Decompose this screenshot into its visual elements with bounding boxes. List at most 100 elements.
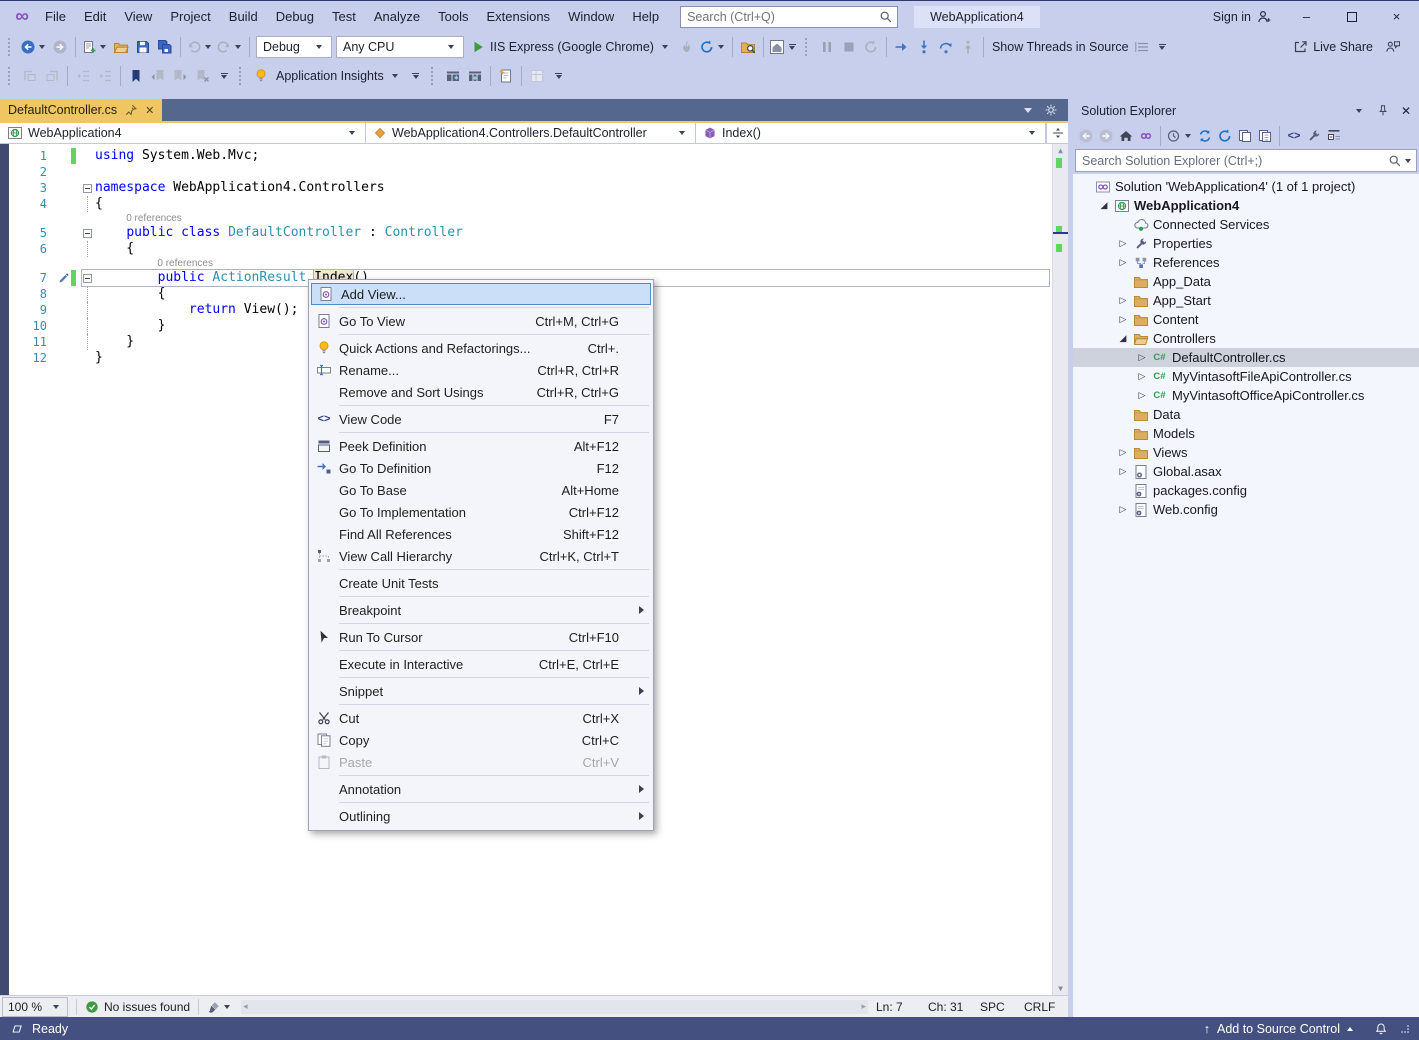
menu-item-view-code[interactable]: <>View CodeF7 bbox=[309, 408, 653, 430]
toolbar-grip[interactable] bbox=[805, 38, 812, 56]
expand-arrow-icon[interactable]: ▷ bbox=[1134, 352, 1150, 363]
step-over-icon[interactable] bbox=[935, 35, 957, 59]
tree-item-app-data[interactable]: App_Data bbox=[1073, 272, 1419, 291]
close-button[interactable]: × bbox=[1374, 1, 1419, 32]
sync-active-doc-icon[interactable] bbox=[1195, 125, 1215, 147]
show-next-statement-icon[interactable] bbox=[891, 35, 913, 59]
search-options-chevron-icon[interactable] bbox=[1405, 159, 1411, 163]
add-new-item-icon[interactable] bbox=[495, 64, 517, 88]
menu-help[interactable]: Help bbox=[623, 4, 668, 29]
menu-edit[interactable]: Edit bbox=[75, 4, 115, 29]
pending-filter-icon[interactable] bbox=[1165, 125, 1195, 147]
split-editor-handle[interactable] bbox=[1046, 123, 1068, 143]
platform-combo[interactable]: Any CPU bbox=[336, 36, 464, 58]
menu-build[interactable]: Build bbox=[220, 4, 267, 29]
menu-item-view-call-hierarchy[interactable]: View Call HierarchyCtrl+K, Ctrl+T bbox=[309, 545, 653, 567]
expand-arrow-icon[interactable]: ▷ bbox=[1115, 447, 1131, 458]
hot-reload-icon[interactable] bbox=[676, 35, 698, 59]
switch-views-icon[interactable] bbox=[1136, 125, 1156, 147]
step-into-icon[interactable] bbox=[913, 35, 935, 59]
tree-item-properties[interactable]: ▷Properties bbox=[1073, 234, 1419, 253]
restart-app-icon[interactable] bbox=[698, 35, 728, 59]
menu-item-cut[interactable]: CutCtrl+X bbox=[309, 707, 653, 729]
toolbar-grip[interactable] bbox=[239, 67, 246, 85]
vertical-scrollbar[interactable]: ▲▼ bbox=[1052, 144, 1068, 995]
expand-arrow-icon[interactable]: ▷ bbox=[1134, 371, 1150, 382]
close-panel-icon[interactable]: ✕ bbox=[1401, 104, 1411, 118]
menu-item-execute-in-interactive[interactable]: Execute in InteractiveCtrl+E, Ctrl+E bbox=[309, 653, 653, 675]
menu-item-peek-definition[interactable]: Peek DefinitionAlt+F12 bbox=[309, 435, 653, 457]
nest-files-icon[interactable] bbox=[1235, 125, 1255, 147]
tree-item-web-config[interactable]: ▷Web.config bbox=[1073, 500, 1419, 519]
tree-item-references[interactable]: ▷References bbox=[1073, 253, 1419, 272]
scroll-up-icon[interactable]: ▲ bbox=[1058, 146, 1063, 155]
tree-item-defaultcontroller-cs[interactable]: ▷C#DefaultController.cs bbox=[1073, 348, 1419, 367]
menu-project[interactable]: Project bbox=[161, 4, 219, 29]
menu-item-create-unit-tests[interactable]: Create Unit Tests bbox=[309, 572, 653, 594]
scroll-down-icon[interactable]: ▼ bbox=[1058, 984, 1063, 993]
breadcrumb-3[interactable]: Index() bbox=[696, 123, 1046, 143]
tree-item-app-start[interactable]: ▷App_Start bbox=[1073, 291, 1419, 310]
menu-item-quick-actions-and-refactorings[interactable]: Quick Actions and Refactorings...Ctrl+. bbox=[309, 337, 653, 359]
solution-explorer-title-bar[interactable]: Solution Explorer ✕ bbox=[1073, 99, 1419, 123]
zoom-selector[interactable]: 100 % bbox=[2, 997, 68, 1017]
menu-item-breakpoint[interactable]: Breakpoint bbox=[309, 599, 653, 621]
code-line[interactable]: 5 public class DefaultController : Contr… bbox=[9, 225, 1068, 241]
refresh-icon[interactable] bbox=[1215, 125, 1235, 147]
formatting-brush-icon[interactable] bbox=[207, 1000, 221, 1014]
browser-home-icon[interactable] bbox=[768, 35, 801, 59]
menu-item-add-view[interactable]: Add View... bbox=[311, 283, 651, 305]
code-line[interactable]: 4{ bbox=[9, 196, 1068, 212]
menu-item-go-to-definition[interactable]: Go To DefinitionF12 bbox=[309, 457, 653, 479]
navigate-forward-region-icon[interactable] bbox=[41, 64, 63, 88]
code-line[interactable]: 6 { bbox=[9, 241, 1068, 257]
clear-bookmarks-icon[interactable] bbox=[191, 64, 213, 88]
tree-item-models[interactable]: Models bbox=[1073, 424, 1419, 443]
notifications-bell-icon[interactable] bbox=[1374, 1022, 1388, 1036]
toolbar-grip[interactable] bbox=[8, 67, 15, 85]
menu-item-rename[interactable]: Rename...Ctrl+R, Ctrl+R bbox=[309, 359, 653, 381]
toggle-bookmark-icon[interactable] bbox=[125, 64, 147, 88]
increase-indent-icon[interactable] bbox=[94, 64, 116, 88]
visual-studio-logo-icon[interactable]: ∞ bbox=[8, 5, 36, 29]
menu-item-find-all-references[interactable]: Find All ReferencesShift+F12 bbox=[309, 523, 653, 545]
toolbar-grip[interactable] bbox=[8, 38, 15, 56]
configuration-combo[interactable]: Debug bbox=[256, 36, 332, 58]
tree-item-packages-config[interactable]: packages.config bbox=[1073, 481, 1419, 500]
decrease-indent-icon[interactable] bbox=[72, 64, 94, 88]
tree-item-content[interactable]: ▷Content bbox=[1073, 310, 1419, 329]
source-control-chevron-icon[interactable] bbox=[1347, 1027, 1353, 1031]
fold-collapse-icon[interactable] bbox=[83, 229, 92, 238]
tree-item-data[interactable]: Data bbox=[1073, 405, 1419, 424]
collapse-all-icon[interactable] bbox=[1324, 125, 1344, 147]
tree-item-views[interactable]: ▷Views bbox=[1073, 443, 1419, 462]
brush-chevron-icon[interactable] bbox=[224, 1005, 230, 1009]
restart-debug-icon[interactable] bbox=[860, 35, 882, 59]
menu-item-remove-and-sort-usings[interactable]: Remove and Sort UsingsCtrl+R, Ctrl+G bbox=[309, 381, 653, 403]
menu-analyze[interactable]: Analyze bbox=[365, 4, 429, 29]
open-file-icon[interactable] bbox=[110, 35, 132, 59]
tab-list-chevron-icon[interactable] bbox=[1024, 108, 1032, 113]
solution-explorer-search[interactable]: Search Solution Explorer (Ctrl+;) bbox=[1075, 149, 1417, 172]
build-selection-icon[interactable] bbox=[442, 64, 464, 88]
menu-test[interactable]: Test bbox=[323, 4, 365, 29]
search-icon[interactable] bbox=[1388, 154, 1402, 168]
expand-arrow-icon[interactable]: ▷ bbox=[1115, 257, 1131, 268]
codelens-references[interactable]: 0 references bbox=[9, 257, 1068, 270]
code-line[interactable]: 3namespace WebApplication4.Controllers bbox=[9, 180, 1068, 196]
save-icon[interactable] bbox=[132, 35, 154, 59]
menu-item-annotation[interactable]: Annotation bbox=[309, 778, 653, 800]
tree-item-controllers[interactable]: ◢Controllers bbox=[1073, 329, 1419, 348]
menu-tools[interactable]: Tools bbox=[429, 4, 477, 29]
codelens-references[interactable]: 0 references bbox=[9, 212, 1068, 225]
tree-item-myvintasoftfileapicontroller-cs[interactable]: ▷C#MyVintasoftFileApiController.cs bbox=[1073, 367, 1419, 386]
se-forward-icon[interactable] bbox=[1096, 125, 1116, 147]
code-map-icon[interactable] bbox=[526, 64, 548, 88]
collapse-arrow-icon[interactable]: ◢ bbox=[1096, 200, 1112, 211]
save-all-icon[interactable] bbox=[154, 35, 176, 59]
sign-in-button[interactable]: Sign in bbox=[1201, 9, 1284, 25]
toolbar-grip[interactable] bbox=[431, 67, 438, 85]
tree-item-solution-webapplication4-1-of-1-project[interactable]: Solution 'WebApplication4' (1 of 1 proje… bbox=[1073, 177, 1419, 196]
expand-arrow-icon[interactable]: ▷ bbox=[1115, 314, 1131, 325]
menu-item-outlining[interactable]: Outlining bbox=[309, 805, 653, 827]
